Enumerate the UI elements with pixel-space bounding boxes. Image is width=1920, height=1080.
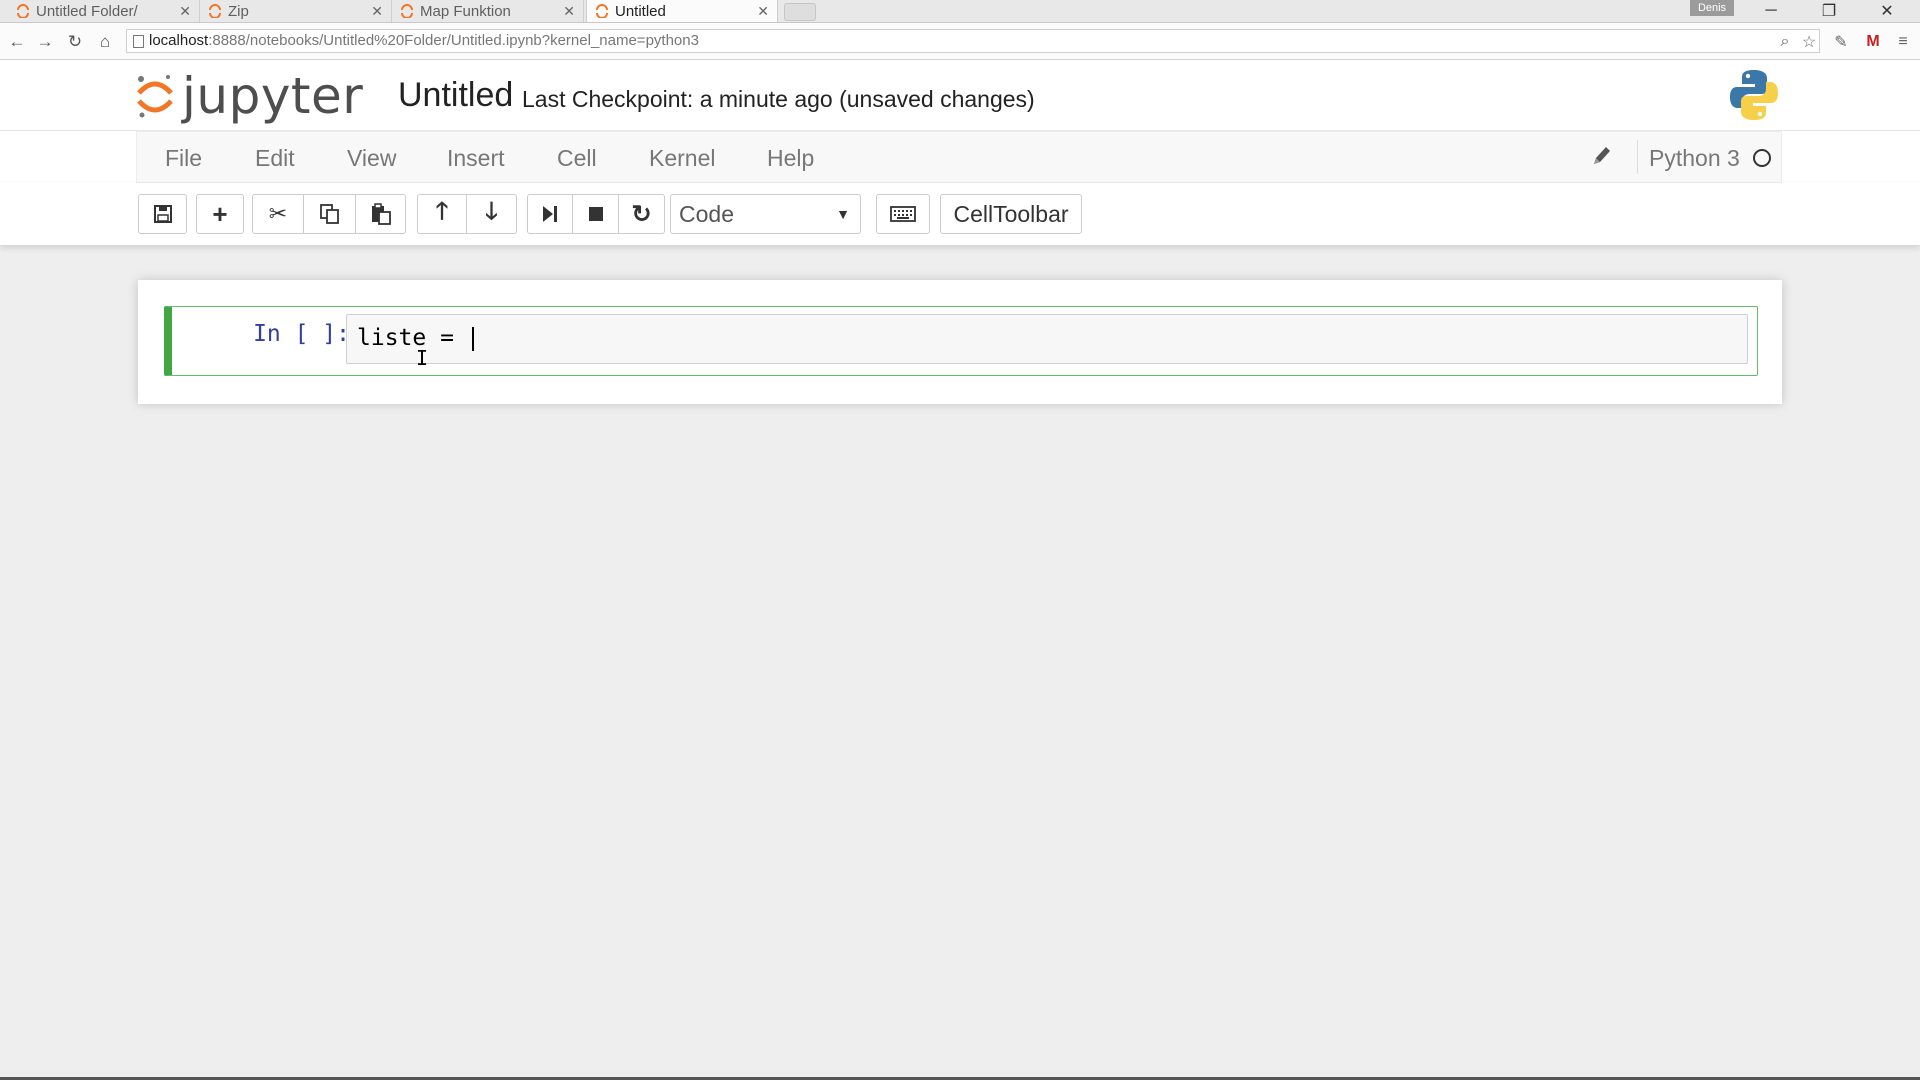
run-cell-button[interactable] bbox=[527, 194, 573, 234]
minimize-icon[interactable]: ─ bbox=[1742, 0, 1800, 22]
browser-tab-untitled-folder[interactable]: Untitled Folder/ ✕ bbox=[8, 0, 200, 22]
bookmark-star-icon[interactable]: ☆ bbox=[1798, 31, 1820, 53]
python-logo-icon bbox=[1730, 70, 1778, 120]
extension-icon[interactable]: ✎ bbox=[1830, 31, 1852, 53]
close-icon[interactable]: ✕ bbox=[371, 3, 383, 20]
move-cell-down-button[interactable]: 🡓 bbox=[467, 194, 517, 234]
jupyter-favicon-icon bbox=[209, 4, 221, 18]
kernel-name[interactable]: Python 3 bbox=[1649, 145, 1740, 172]
code-cell[interactable]: In [ ]: liste = bbox=[164, 306, 1758, 376]
celltoolbar-button[interactable]: CellToolbar bbox=[940, 194, 1082, 234]
tab-label: Untitled bbox=[615, 2, 666, 20]
arrow-up-icon: 🡑 bbox=[435, 197, 449, 225]
jupyter-favicon-icon bbox=[17, 4, 29, 18]
restore-icon[interactable]: ❐ bbox=[1800, 0, 1858, 22]
paste-cells-button[interactable] bbox=[356, 194, 406, 234]
menu-kernel[interactable]: Kernel bbox=[649, 145, 715, 172]
menu-edit[interactable]: Edit bbox=[255, 145, 295, 172]
cut-cells-button[interactable]: ✂ bbox=[252, 194, 304, 234]
zoom-icon[interactable]: ⌕ bbox=[1774, 31, 1796, 53]
reload-icon[interactable]: ↻ bbox=[64, 31, 86, 53]
menu-bar: File Edit View Insert Cell Kernel Help P… bbox=[0, 131, 1920, 183]
scissors-icon: ✂ bbox=[268, 201, 288, 226]
arrow-down-icon: 🡓 bbox=[485, 197, 498, 225]
text-cursor bbox=[471, 326, 474, 351]
jupyter-logo[interactable]: jupyter bbox=[136, 66, 363, 126]
menu-icon[interactable]: ≡ bbox=[1892, 31, 1914, 53]
code-text: liste = bbox=[357, 325, 468, 351]
close-icon[interactable]: ✕ bbox=[563, 3, 575, 20]
mouse-ibeam-cursor-icon: I bbox=[416, 346, 429, 370]
jupyter-favicon-icon bbox=[401, 4, 413, 18]
profile-badge[interactable]: Denis bbox=[1690, 0, 1734, 16]
url-host: localhost bbox=[149, 32, 209, 49]
stop-icon bbox=[588, 207, 603, 221]
notebook-container: In [ ]: liste = bbox=[138, 280, 1782, 404]
move-cell-up-button[interactable]: 🡑 bbox=[417, 194, 467, 234]
browser-tab-zip[interactable]: Zip ✕ bbox=[200, 0, 392, 22]
code-editor[interactable]: liste = bbox=[346, 314, 1748, 364]
restart-kernel-button[interactable]: ↻ bbox=[619, 194, 665, 234]
menu-cell[interactable]: Cell bbox=[557, 145, 597, 172]
notebook-name[interactable]: Untitled bbox=[398, 76, 513, 115]
command-palette-button[interactable] bbox=[876, 194, 930, 234]
save-button[interactable] bbox=[138, 194, 187, 234]
tab-label: Map Funktion bbox=[420, 2, 511, 20]
cell-type-value: Code bbox=[679, 201, 734, 227]
menu-insert[interactable]: Insert bbox=[447, 145, 505, 172]
input-prompt: In [ ]: bbox=[253, 321, 350, 347]
address-bar-row: ← → ↻ ⌂ localhost:8888/notebooks/Untitle… bbox=[0, 23, 1920, 60]
page-icon bbox=[133, 35, 144, 48]
gmail-icon[interactable]: M bbox=[1862, 31, 1884, 53]
forward-arrow-icon[interactable]: → bbox=[34, 31, 56, 53]
kernel-divider bbox=[1637, 140, 1638, 174]
plus-icon: + bbox=[212, 198, 228, 229]
jupyter-header: jupyter Untitled Last Checkpoint: a minu… bbox=[0, 60, 1920, 131]
new-tab-button[interactable] bbox=[784, 3, 816, 21]
url-path: :8888/notebooks/Untitled%20Folder/Untitl… bbox=[208, 32, 699, 49]
save-icon bbox=[153, 205, 172, 223]
checkpoint-status: Last Checkpoint: a minute ago (unsaved c… bbox=[522, 86, 1035, 112]
browser-tab-bar: Untitled Folder/ ✕ Zip ✕ Map Funktion ✕ … bbox=[0, 0, 1920, 23]
menu-file[interactable]: File bbox=[165, 145, 202, 172]
refresh-icon: ↻ bbox=[631, 200, 652, 228]
edit-mode-pencil-icon bbox=[1594, 147, 1610, 164]
interrupt-kernel-button[interactable] bbox=[573, 194, 619, 234]
logo-text: jupyter bbox=[182, 67, 364, 125]
cell-type-select[interactable]: Code ▼ bbox=[670, 194, 861, 234]
browser-tab-map-funktion[interactable]: Map Funktion ✕ bbox=[392, 0, 584, 22]
kernel-idle-indicator-icon bbox=[1753, 149, 1771, 167]
copy-icon bbox=[319, 204, 339, 224]
home-icon[interactable]: ⌂ bbox=[94, 31, 116, 53]
browser-tab-untitled[interactable]: Untitled ✕ bbox=[586, 0, 778, 22]
menu-help[interactable]: Help bbox=[767, 145, 814, 172]
tab-label: Zip bbox=[228, 2, 249, 20]
tab-label: Untitled Folder/ bbox=[36, 2, 138, 20]
keyboard-icon bbox=[890, 206, 916, 222]
close-icon[interactable]: ✕ bbox=[757, 3, 769, 20]
window-close-icon[interactable]: ✕ bbox=[1858, 0, 1916, 22]
insert-cell-below-button[interactable]: + bbox=[196, 194, 244, 234]
close-icon[interactable]: ✕ bbox=[179, 3, 191, 20]
copy-cells-button[interactable] bbox=[304, 194, 356, 234]
url-input[interactable]: localhost:8888/notebooks/Untitled%20Fold… bbox=[126, 29, 1820, 53]
jupyter-favicon-icon bbox=[596, 4, 608, 18]
notebook-toolbar: + ✂ 🡑 🡓 ↻ Code ▼ CellToolbar bbox=[0, 183, 1920, 245]
caret-down-icon: ▼ bbox=[836, 206, 850, 222]
menu-view[interactable]: View bbox=[347, 145, 396, 172]
jupyter-logo-icon bbox=[137, 75, 173, 118]
step-forward-icon bbox=[543, 206, 557, 222]
paste-icon bbox=[371, 203, 391, 225]
back-arrow-icon[interactable]: ← bbox=[6, 31, 28, 53]
menu-bar-inner: File Edit View Insert Cell Kernel Help P… bbox=[136, 131, 1782, 183]
